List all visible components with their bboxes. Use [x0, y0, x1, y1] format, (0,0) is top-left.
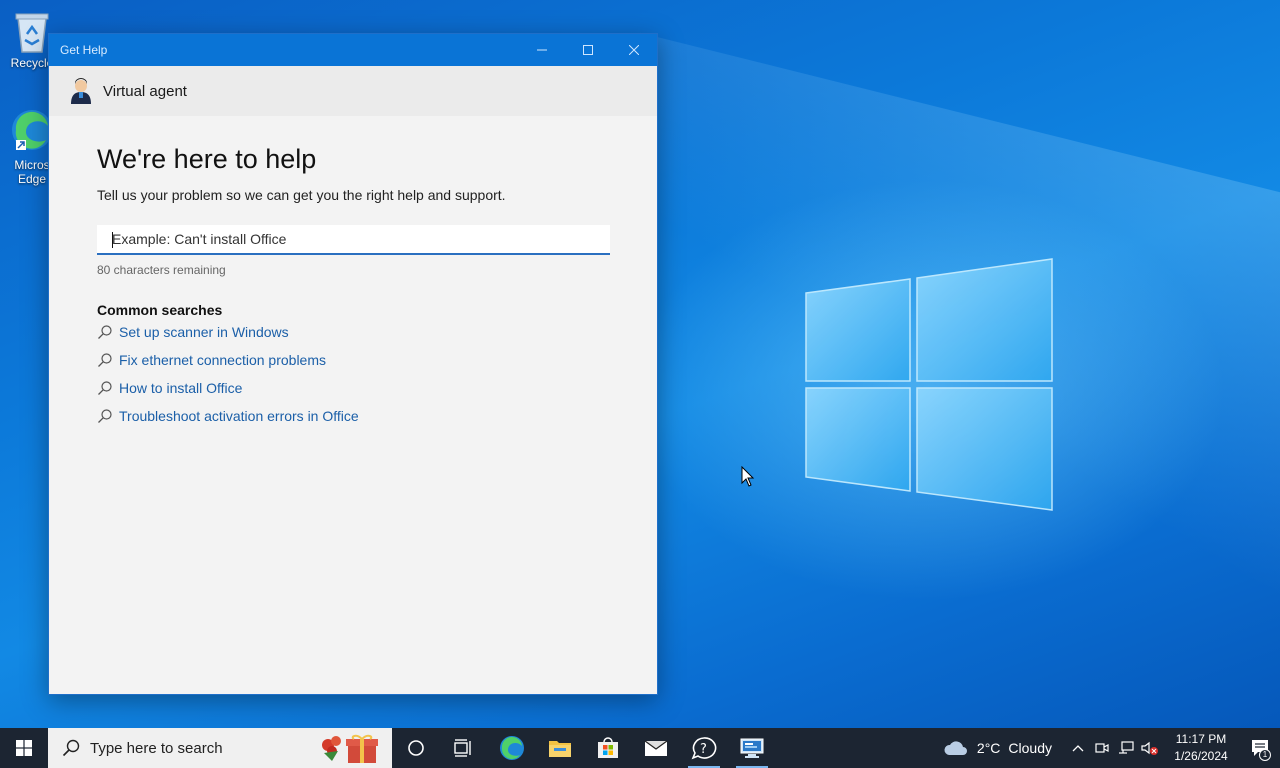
common-search-label: How to install Office — [119, 379, 243, 396]
page-subtitle: Tell us your problem so we can get you t… — [97, 187, 506, 203]
weather-condition: Cloudy — [1008, 740, 1052, 756]
minimize-icon — [537, 49, 547, 51]
taskbar-get-help-button[interactable]: ? — [680, 728, 728, 768]
taskbar: Type here to search ? 2°C Cloudy 11:17 P… — [0, 728, 1280, 768]
close-icon — [629, 45, 639, 55]
remote-desktop-icon — [740, 738, 764, 758]
volume-button[interactable] — [1138, 728, 1162, 768]
get-help-window: Get Help Virtual agent We're here to hel… — [48, 33, 658, 695]
recycle-bin-icon — [15, 13, 49, 53]
clock-date: 1/26/2024 — [1174, 749, 1228, 763]
windows-wallpaper-logo — [805, 258, 1053, 511]
window-title: Get Help — [60, 43, 108, 57]
characters-remaining: 80 characters remaining — [97, 263, 226, 277]
mail-icon — [644, 740, 668, 756]
taskbar-search-box[interactable]: Type here to search — [48, 728, 392, 768]
show-hidden-icons-button[interactable] — [1066, 728, 1090, 768]
taskbar-mail-button[interactable] — [632, 728, 680, 768]
file-explorer-icon — [549, 741, 571, 757]
cortana-icon — [408, 740, 424, 756]
maximize-button[interactable] — [565, 34, 611, 66]
desktop-icon-label: Edge — [17, 172, 47, 186]
task-view-button[interactable] — [440, 728, 488, 768]
clock-time: 11:17 PM — [1175, 732, 1227, 746]
get-help-icon: ? — [691, 737, 717, 760]
minimize-button[interactable] — [519, 34, 565, 66]
common-search-label: Set up scanner in Windows — [119, 323, 289, 340]
search-icon — [98, 408, 112, 423]
virtual-agent-label: Virtual agent — [103, 82, 187, 100]
desktop-icon-label: Micros — [14, 158, 50, 172]
help-content: We're here to help Tell us your problem … — [49, 116, 657, 425]
virtual-agent-avatar-icon — [71, 78, 91, 104]
desktop-icon-label: Recycle — [10, 56, 54, 70]
cortana-button[interactable] — [392, 728, 440, 768]
system-tray: 2°C Cloudy 11:17 PM 1/26/2024 1 — [943, 728, 1280, 768]
virtual-agent-bar: Virtual agent — [49, 66, 657, 116]
taskbar-edge-button[interactable] — [488, 728, 536, 768]
search-placeholder: Example: Can't install Office — [112, 231, 287, 247]
taskbar-remote-desktop-button[interactable] — [728, 728, 776, 768]
weather-temperature: 2°C — [976, 740, 1001, 756]
maximize-icon — [583, 45, 593, 55]
volume-muted-icon — [1141, 741, 1158, 755]
common-search-link[interactable]: Fix ethernet connection problems — [97, 350, 609, 369]
windows-start-icon — [16, 740, 32, 756]
taskbar-search-placeholder: Type here to search — [90, 739, 223, 757]
start-button[interactable] — [0, 728, 48, 768]
window-controls — [519, 34, 657, 66]
meet-now-button[interactable] — [1090, 728, 1114, 768]
common-search-link[interactable]: Set up scanner in Windows — [97, 322, 609, 341]
cloudy-weather-icon — [944, 741, 967, 755]
task-view-icon — [454, 739, 471, 757]
common-search-label: Fix ethernet connection problems — [119, 351, 326, 368]
edge-icon — [500, 736, 524, 760]
problem-search-input[interactable]: Example: Can't install Office — [97, 225, 610, 255]
common-search-label: Troubleshoot activation errors in Office — [119, 407, 359, 424]
notification-count-badge: 1 — [1259, 749, 1271, 761]
text-caret — [112, 232, 113, 248]
search-highlight-gift-icon — [322, 734, 378, 763]
page-title: We're here to help — [97, 144, 317, 174]
close-button[interactable] — [611, 34, 657, 66]
taskbar-clock[interactable]: 11:17 PM 1/26/2024 — [1172, 731, 1230, 765]
common-search-link[interactable]: How to install Office — [97, 378, 609, 397]
mouse-cursor-icon — [741, 466, 755, 487]
taskbar-store-button[interactable] — [584, 728, 632, 768]
search-icon — [98, 352, 112, 367]
store-icon — [598, 737, 618, 758]
svg-text:?: ? — [700, 742, 707, 757]
action-center-button[interactable]: 1 — [1240, 728, 1280, 768]
common-searches-heading: Common searches — [97, 302, 223, 318]
network-button[interactable] — [1114, 728, 1138, 768]
network-icon — [1119, 741, 1134, 754]
title-bar[interactable]: Get Help — [49, 34, 657, 66]
chevron-up-icon — [1072, 745, 1084, 752]
meet-now-icon — [1095, 743, 1109, 753]
common-search-link[interactable]: Troubleshoot activation errors in Office — [97, 406, 609, 425]
weather-widget[interactable]: 2°C Cloudy — [943, 739, 1052, 757]
taskbar-file-explorer-button[interactable] — [536, 728, 584, 768]
search-icon — [98, 324, 112, 339]
search-icon — [62, 739, 80, 757]
search-icon — [98, 380, 112, 395]
